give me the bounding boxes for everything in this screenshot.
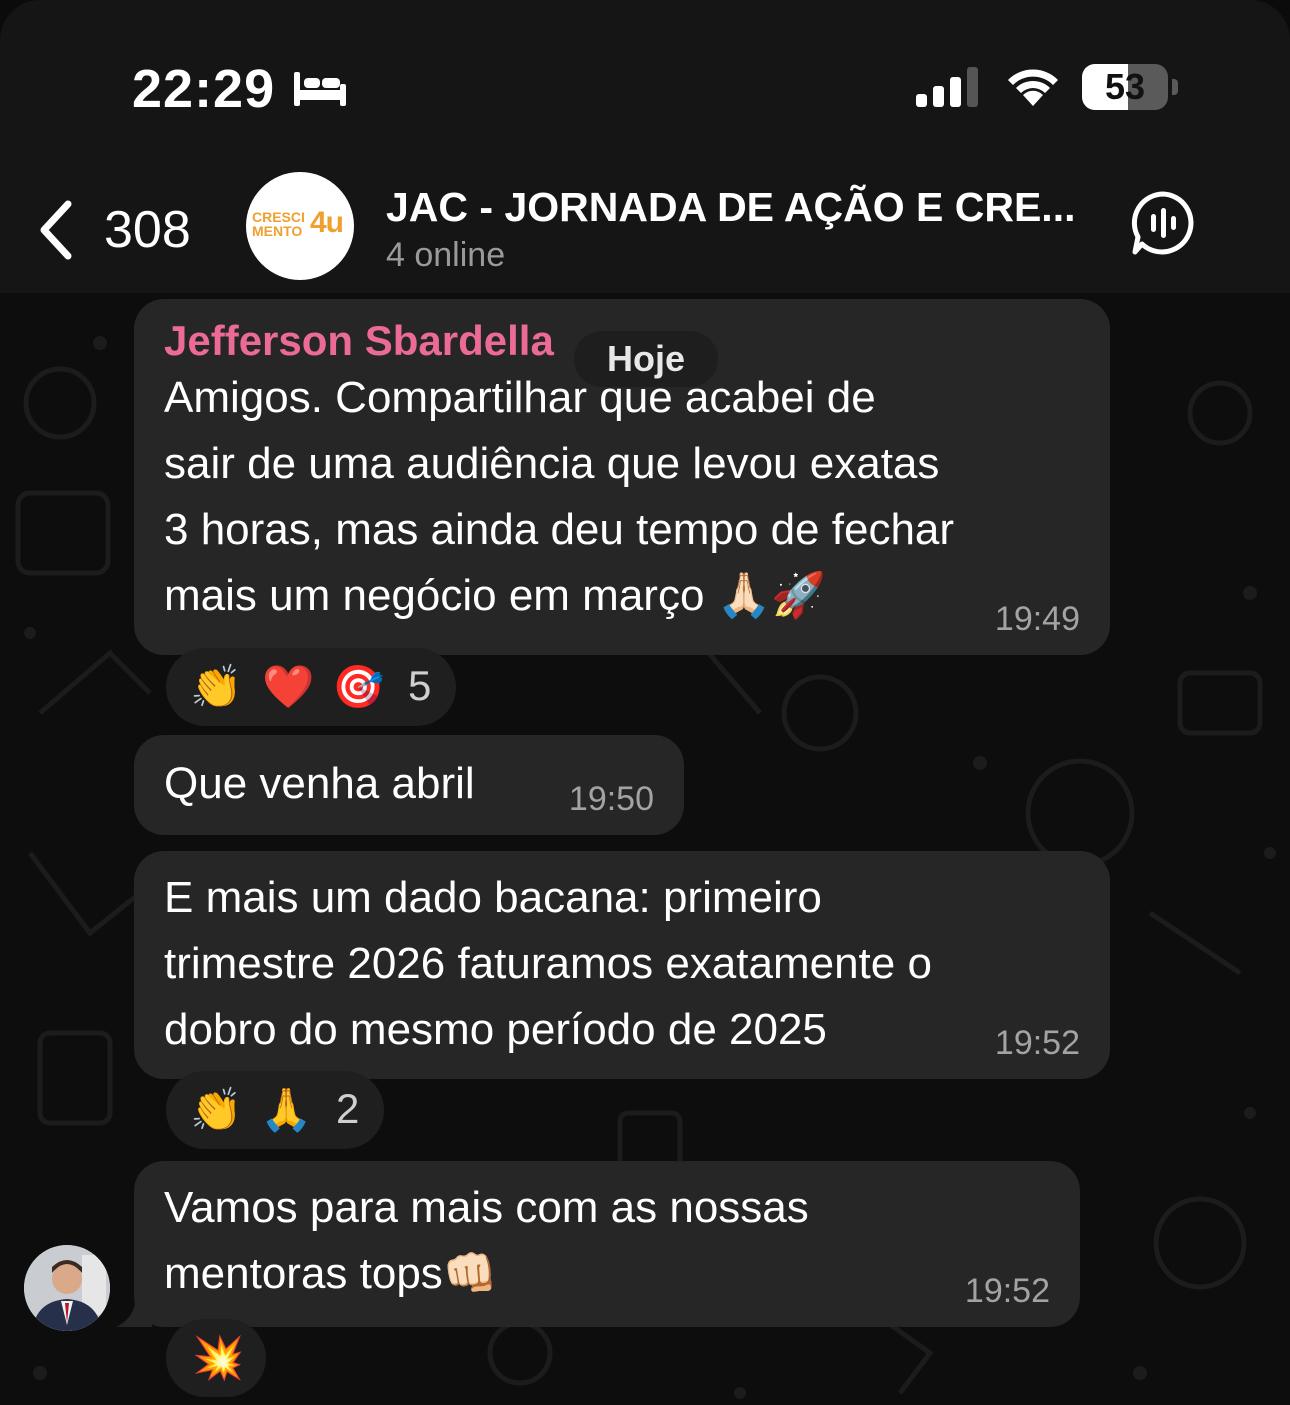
message-bubble[interactable]: E mais um dado bacana: primeiro trimestr… xyxy=(134,851,1110,1079)
message-bubble[interactable]: Vamos para mais com as nossas mentoras t… xyxy=(134,1161,1080,1327)
reactions-bar[interactable]: 💥 xyxy=(166,1319,266,1397)
reaction-heart[interactable]: ❤️ xyxy=(262,662,314,712)
message-time: 19:52 xyxy=(994,1024,1080,1062)
date-label: Hoje xyxy=(606,338,685,379)
reaction-collision[interactable]: 💥 xyxy=(192,1333,244,1383)
chat-header: 308 CRESCI MENTO 4u JAC - JORNADA DE AÇÃ… xyxy=(0,150,1290,293)
reaction-pray[interactable]: 🙏 xyxy=(260,1085,312,1135)
reaction-clap[interactable]: 👏 xyxy=(190,662,242,712)
voice-chat-icon[interactable] xyxy=(1130,190,1196,256)
status-time: 22:29 xyxy=(132,59,276,119)
reactions-bar[interactable]: 👏 🙏 2 xyxy=(166,1071,384,1149)
reaction-clap[interactable]: 👏 xyxy=(190,1085,242,1135)
wifi-icon xyxy=(1008,69,1058,106)
reaction-target[interactable]: 🎯 xyxy=(332,662,384,712)
chat-area[interactable]: Jefferson Sbardella Amigos. Compartilhar… xyxy=(0,293,1290,1405)
reaction-count: 2 xyxy=(336,1085,360,1132)
message-text: Vamos para mais com as nossas mentoras t… xyxy=(164,1183,809,1298)
message-time: 19:50 xyxy=(568,780,654,818)
message-time: 19:49 xyxy=(994,600,1080,638)
bed-icon xyxy=(294,72,346,106)
message-text: E mais um dado bacana: primeiro trimestr… xyxy=(164,873,932,1054)
date-separator: Hoje xyxy=(574,331,718,387)
battery-icon: 53 xyxy=(1082,64,1178,110)
signal-icon xyxy=(916,67,978,107)
reactions-bar[interactable]: 👏 ❤️ 🎯 5 xyxy=(166,648,456,726)
group-title[interactable]: JAC - JORNADA DE AÇÃO E CRE... xyxy=(386,184,1086,231)
message-text: Amigos. Compartilhar que acabei de sair … xyxy=(164,373,955,620)
battery-percent: 53 xyxy=(1104,66,1146,107)
back-chevron-icon[interactable] xyxy=(36,198,76,262)
reaction-count: 5 xyxy=(408,662,432,709)
sender-name[interactable]: Jefferson Sbardella xyxy=(164,317,554,365)
group-avatar[interactable]: CRESCI MENTO 4u xyxy=(246,172,354,280)
group-logo-text: CRESCI MENTO xyxy=(252,209,305,239)
bubble-tail xyxy=(116,1297,152,1327)
group-logo-mark: 4u xyxy=(310,206,344,239)
message-text: Que venha abril xyxy=(164,759,475,808)
message-bubble[interactable]: Que venha abril 19:50 xyxy=(134,735,684,835)
person-photo-icon xyxy=(24,1245,110,1331)
sender-avatar[interactable] xyxy=(24,1245,110,1331)
online-status: 4 online xyxy=(386,236,506,274)
back-unread-count[interactable]: 308 xyxy=(104,200,191,260)
status-bar: 22:29 53 xyxy=(0,0,1290,150)
message-time: 19:52 xyxy=(964,1272,1050,1310)
